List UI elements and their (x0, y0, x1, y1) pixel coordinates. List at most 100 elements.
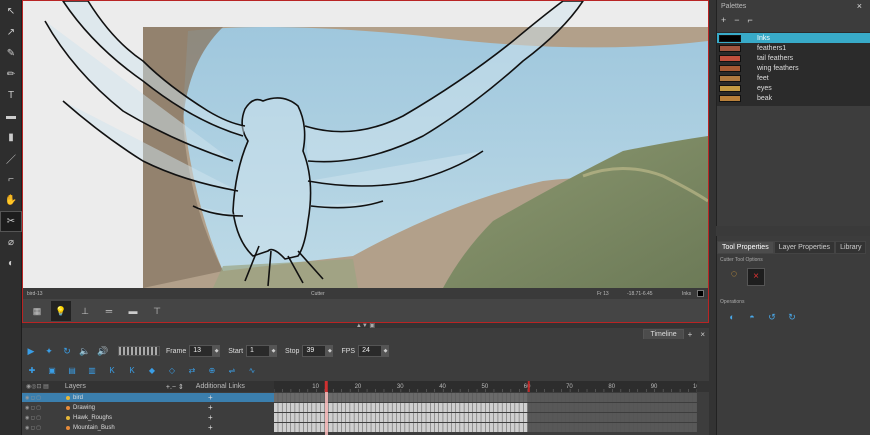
drawing-layer-icon[interactable]: ▣ (42, 366, 62, 375)
playhead[interactable] (324, 381, 328, 392)
colour-name: wing feathers (757, 64, 799, 72)
start-field[interactable]: 1 (246, 345, 271, 357)
flip-vertical-icon[interactable]: ◓ (745, 310, 759, 324)
ruler-label: 100 (693, 384, 697, 390)
rotate-cw-icon[interactable]: ↻ (785, 310, 799, 324)
layer-toggle-icons[interactable]: ◉ ◻ ▢ (22, 395, 66, 401)
play-icon[interactable]: ▶ (22, 346, 40, 357)
frame-spinner[interactable]: ◆ (213, 345, 221, 357)
motion-keyframe-icon[interactable]: ◆ (142, 366, 162, 375)
layer-row[interactable]: ◉ ◻ ▢ bird + (22, 393, 274, 402)
remove-keyframe-icon[interactable]: K (122, 366, 142, 375)
pencil-tool-icon[interactable]: ✏ (1, 65, 21, 84)
tab-tool-properties[interactable]: Tool Properties (717, 241, 774, 254)
palette-list-area[interactable] (717, 106, 870, 226)
show-strokes-icon[interactable]: ═ (99, 301, 119, 321)
tab-layer-properties[interactable]: Layer Properties (773, 241, 836, 254)
text-tool-icon[interactable]: T (1, 86, 21, 105)
close-icon[interactable]: × (857, 1, 862, 11)
layer-name: bird (73, 394, 84, 401)
loop-icon[interactable]: ↻ (58, 346, 76, 357)
function-icon[interactable]: ∿ (242, 366, 262, 375)
keyframe-icon[interactable]: K (102, 366, 122, 375)
colour-chip (719, 64, 741, 72)
stop-marker[interactable] (527, 381, 530, 392)
zoom-tool-icon[interactable]: ⌀ (1, 233, 21, 252)
select-tool-icon[interactable]: ↖ (1, 2, 21, 21)
layer-row[interactable]: ◉ ◻ ▢ Hawk_Roughs + (22, 413, 274, 422)
lasso-icon[interactable]: ◌ (725, 268, 743, 286)
frame-track[interactable] (274, 413, 697, 422)
frame-field[interactable]: 13 (189, 345, 214, 357)
tools-toolbar: ↖ ↗ ✎ ✏ T ▬ ▮ ／ ⌐ ✋ ✂ ⌀ ◐ (0, 0, 22, 435)
start-spinner[interactable]: ◆ (270, 345, 278, 357)
stop-spinner[interactable]: ◆ (326, 345, 334, 357)
markers-icon[interactable]: ⇌ (222, 366, 242, 375)
marquee-icon[interactable]: × (747, 268, 765, 286)
stop-motion-keyframe-icon[interactable]: ◇ (162, 366, 182, 375)
grid-icon[interactable]: ▦ (27, 301, 47, 321)
add-link-icon[interactable]: + (208, 413, 213, 422)
layer-toggle-icons[interactable]: ◉ ◻ ▢ (22, 405, 66, 411)
add-link-icon[interactable]: + (208, 393, 213, 402)
eraser-tool-icon[interactable]: ▬ (1, 107, 21, 126)
play-selection-icon[interactable]: ✦ (40, 346, 58, 357)
camera-view[interactable]: bird-13 Cutter Fr 13 -18.71-6.45 Inks ▦ … (22, 0, 709, 323)
playback-speed-slider[interactable] (118, 346, 160, 356)
dropper-tool-icon[interactable]: ⌐ (1, 170, 21, 189)
reset-view-icon[interactable]: ▬ (123, 301, 143, 321)
add-view-icon[interactable]: + (688, 330, 693, 339)
frame-track[interactable] (274, 423, 697, 432)
eyedropper-icon[interactable]: ⌐ (748, 15, 753, 25)
remove-colour-icon[interactable]: − (734, 15, 739, 25)
scene-canvas[interactable] (23, 1, 708, 288)
colour-swatch[interactable]: wing feathers (717, 63, 870, 73)
paint-tool-icon[interactable]: ▮ (1, 128, 21, 147)
layer-toggles[interactable]: ◉◎⊡ ▤ (26, 383, 49, 390)
colour-swatch[interactable]: tail feathers (717, 53, 870, 63)
onion-skin-icon[interactable]: ⊥ (75, 301, 95, 321)
close-icon[interactable]: × (700, 330, 705, 339)
colour-swatch[interactable]: Inks (717, 33, 870, 43)
colour-swatch[interactable]: feet (717, 73, 870, 83)
frame-track[interactable] (274, 403, 697, 412)
flip-horizontal-icon[interactable]: ◐ (725, 310, 739, 324)
colour-swatch[interactable]: feathers1 (717, 43, 870, 53)
hand-tool-icon[interactable]: ✋ (1, 191, 21, 210)
fps-field[interactable]: 24 (358, 345, 383, 357)
stop-field[interactable]: 39 (302, 345, 327, 357)
add-link-icon[interactable]: + (208, 403, 213, 412)
layer-toggle-icons[interactable]: ◉ ◻ ▢ (22, 425, 66, 431)
preview-icon[interactable]: ⊤ (147, 301, 167, 321)
peg-layer-icon[interactable]: ▤ (62, 366, 82, 375)
light-table-icon[interactable]: 💡 (51, 301, 71, 321)
cutter-tool-icon[interactable]: ✂ (0, 211, 22, 232)
add-colour-icon[interactable]: + (721, 15, 726, 25)
drawing-stage[interactable] (23, 1, 708, 288)
ruler-label: 30 (397, 384, 404, 390)
contour-editor-tool-icon[interactable]: ↗ (1, 23, 21, 42)
frame-ruler[interactable]: 10 20 30 40 50 60 70 80 90 100 (274, 381, 697, 392)
colour-swatch[interactable]: eyes (717, 83, 870, 93)
layer-header-controls[interactable]: +.− ⇕ (166, 383, 184, 391)
rotate-ccw-icon[interactable]: ↺ (765, 310, 779, 324)
line-tool-icon[interactable]: ／ (1, 149, 21, 168)
fps-spinner[interactable]: ◆ (382, 345, 390, 357)
tab-timeline[interactable]: Timeline (643, 329, 684, 339)
color-layer-icon[interactable]: ▥ (82, 366, 102, 375)
panel-splitter[interactable] (709, 0, 716, 435)
layer-toggle-icons[interactable]: ◉ ◻ ▢ (22, 415, 66, 421)
add-link-icon[interactable]: + (208, 423, 213, 432)
layer-row[interactable]: ◉ ◻ ▢ Drawing + (22, 403, 274, 412)
morph-tool-icon[interactable]: ◐ (1, 254, 21, 273)
brush-tool-icon[interactable]: ✎ (1, 44, 21, 63)
layer-row[interactable]: ◉ ◻ ▢ Mountain_Bush + (22, 423, 274, 432)
ease-icon[interactable]: ⇄ (182, 366, 202, 375)
onion-skin-toggle-icon[interactable]: ⊕ (202, 366, 222, 375)
frame-track[interactable] (274, 393, 697, 402)
sound-icon[interactable]: 🔈 (76, 346, 94, 357)
sound-scrub-icon[interactable]: 🔊 (94, 346, 112, 357)
colour-swatch[interactable]: beak (717, 93, 870, 103)
tab-library[interactable]: Library (835, 241, 867, 254)
add-layer-icon[interactable]: ✚ (22, 366, 42, 375)
